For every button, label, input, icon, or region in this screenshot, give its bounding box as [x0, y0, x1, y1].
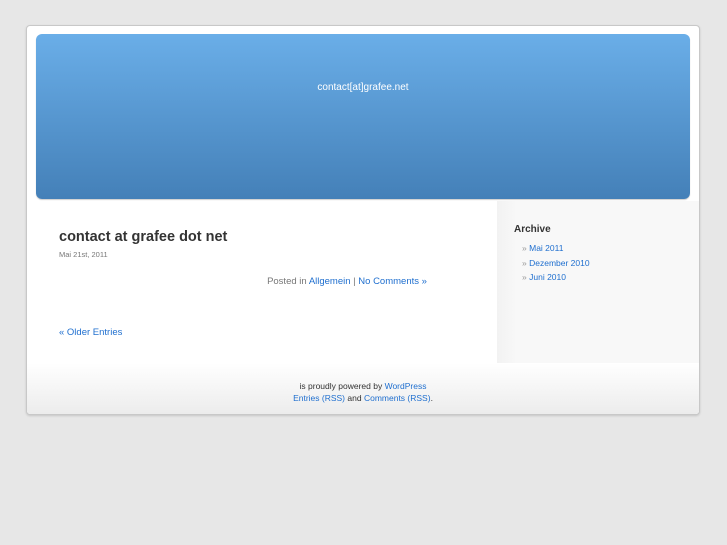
wordpress-link[interactable]: WordPress: [385, 381, 427, 391]
bullet-icon: »: [522, 257, 527, 268]
bullet-icon: »: [522, 243, 527, 253]
post-title-link[interactable]: contact at grafee dot net: [59, 229, 227, 245]
category-link[interactable]: Allgemein: [309, 276, 351, 287]
site-description: contact[at]grafee.net: [317, 82, 409, 93]
archive-item: » Mai 2011: [522, 241, 590, 256]
header-banner: contact[at]grafee.net: [36, 34, 690, 199]
sidebar: Archive » Mai 2011 » Dezember 2010 » Jun…: [497, 201, 699, 363]
comments-rss-link[interactable]: Comments (RSS): [364, 393, 431, 403]
archive-link-dezember-2010[interactable]: Dezember 2010: [529, 258, 589, 268]
archive-item: » Juni 2010: [522, 270, 590, 285]
and-text: and: [347, 393, 362, 403]
archive-item: » Dezember 2010: [522, 256, 590, 271]
entries-rss-link[interactable]: Entries (RSS): [293, 393, 345, 403]
archive-link-mai-2011[interactable]: Mai 2011: [529, 243, 563, 253]
archive-heading: Archive: [514, 224, 551, 235]
posted-in-label: Posted in: [267, 276, 307, 287]
post-date: Mai 21st, 2011: [59, 250, 108, 259]
comments-link[interactable]: No Comments »: [358, 276, 427, 287]
bullet-icon: »: [522, 272, 527, 282]
older-entries-link[interactable]: « Older Entries: [59, 327, 122, 338]
footer: is proudly powered by WordPress Entries …: [27, 363, 699, 414]
archive-list: » Mai 2011 » Dezember 2010 » Juni 2010: [522, 241, 590, 285]
powered-by-text: is proudly powered by: [299, 381, 383, 391]
period-text: .: [430, 393, 433, 403]
page-container: contact[at]grafee.net contact at grafee …: [26, 25, 700, 415]
archive-link-juni-2010[interactable]: Juni 2010: [529, 272, 566, 282]
meta-separator: |: [353, 276, 356, 287]
